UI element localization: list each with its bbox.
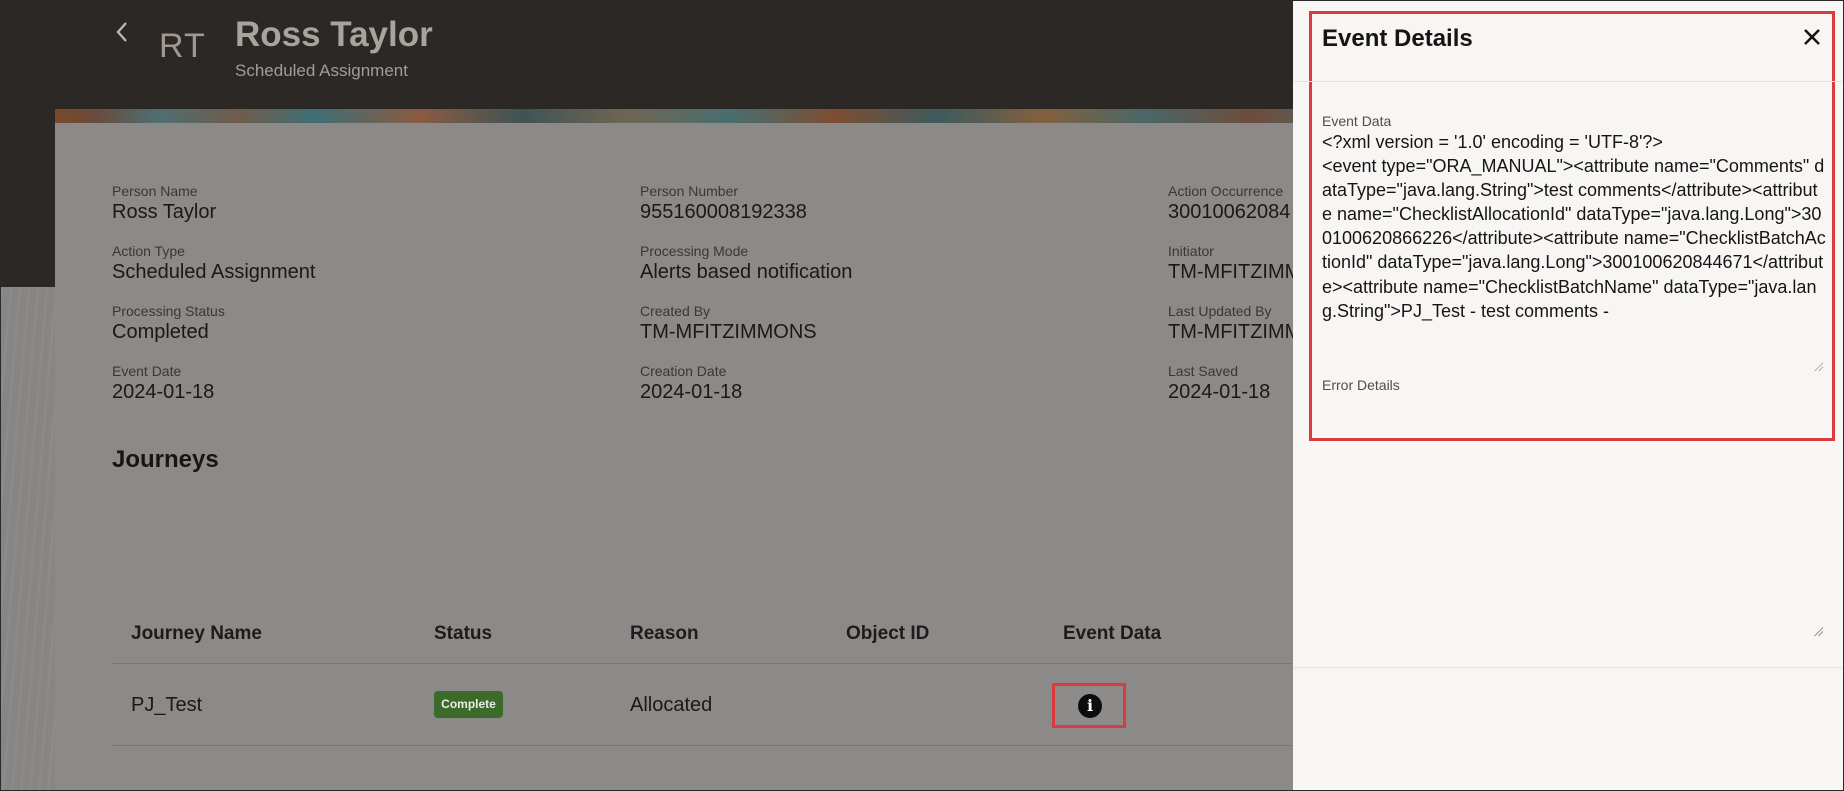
chevron-left-icon bbox=[116, 22, 127, 42]
column-header-object-id[interactable]: Object ID bbox=[846, 623, 929, 645]
detail-processing-mode: Processing Mode Alerts based notificatio… bbox=[640, 243, 852, 284]
detail-created-by: Created By TM-MFITZIMMONS bbox=[640, 303, 817, 344]
status-badge: Complete bbox=[434, 691, 503, 718]
reason-cell: Allocated bbox=[630, 694, 713, 716]
detail-label: Event Date bbox=[112, 363, 182, 379]
drawer-title: Event Details bbox=[1322, 25, 1473, 52]
drawer-divider bbox=[1293, 81, 1843, 82]
detail-label: Person Name bbox=[112, 183, 198, 199]
event-details-drawer: Event Details Event Data <?xml version =… bbox=[1293, 1, 1843, 790]
avatar: RT bbox=[159, 27, 206, 65]
detail-value: Ross Taylor bbox=[112, 201, 217, 223]
detail-initiator: Initiator TM-MFITZIMM bbox=[1168, 243, 1301, 284]
journey-name-cell[interactable]: PJ_Test bbox=[131, 694, 202, 717]
detail-last-saved: Last Saved 2024-01-18 bbox=[1168, 363, 1270, 404]
background-pattern bbox=[1, 287, 55, 790]
event-data-textarea[interactable]: <?xml version = '1.0' encoding = 'UTF-8'… bbox=[1322, 130, 1827, 370]
detail-label: Last Saved bbox=[1168, 363, 1239, 379]
table-divider bbox=[112, 745, 1322, 746]
detail-label: Processing Status bbox=[112, 303, 225, 319]
back-button[interactable] bbox=[107, 19, 137, 49]
detail-creation-date: Creation Date 2024-01-18 bbox=[640, 363, 742, 404]
detail-person-name: Person Name Ross Taylor bbox=[112, 183, 216, 224]
detail-value: Scheduled Assignment bbox=[112, 261, 316, 283]
detail-value: TM-MFITZIMM bbox=[1168, 261, 1302, 283]
column-header-journey-name[interactable]: Journey Name bbox=[131, 623, 262, 645]
detail-value: 30010062084 bbox=[1168, 201, 1291, 223]
detail-last-updated-by: Last Updated By TM-MFITZIMM bbox=[1168, 303, 1301, 344]
detail-action-type: Action Type Scheduled Assignment bbox=[112, 243, 315, 284]
detail-label: Initiator bbox=[1168, 243, 1214, 259]
column-header-event-data[interactable]: Event Data bbox=[1063, 623, 1161, 645]
screen: RT Ross Taylor Scheduled Assignment Pers… bbox=[0, 0, 1844, 791]
detail-label: Action Type bbox=[112, 243, 185, 259]
detail-value: Alerts based notification bbox=[640, 261, 853, 283]
resize-handle-icon[interactable] bbox=[1813, 361, 1823, 371]
drawer-divider bbox=[1293, 667, 1843, 668]
detail-label: Creation Date bbox=[640, 363, 727, 379]
info-icon: i bbox=[1078, 694, 1102, 718]
detail-value: 955160008192338 bbox=[640, 201, 807, 223]
detail-value: TM-MFITZIMM bbox=[1168, 321, 1302, 343]
detail-label: Processing Mode bbox=[640, 243, 749, 259]
detail-person-number: Person Number 955160008192338 bbox=[640, 183, 807, 224]
detail-value: 2024-01-18 bbox=[1168, 381, 1271, 403]
detail-label: Person Number bbox=[640, 183, 739, 199]
journeys-heading: Journeys bbox=[112, 446, 219, 473]
table-divider bbox=[112, 663, 1322, 664]
page-subtitle: Scheduled Assignment bbox=[235, 61, 408, 80]
detail-value: 2024-01-18 bbox=[112, 381, 215, 403]
detail-value: 2024-01-18 bbox=[640, 381, 743, 403]
detail-value: TM-MFITZIMMONS bbox=[640, 321, 817, 343]
event-data-info-button[interactable]: i bbox=[1052, 683, 1126, 728]
close-button[interactable] bbox=[1798, 23, 1826, 51]
column-header-status[interactable]: Status bbox=[434, 623, 492, 645]
detail-value: Completed bbox=[112, 321, 209, 343]
detail-label: Action Occurrence bbox=[1168, 183, 1284, 199]
detail-action-occurrence: Action Occurrence 30010062084 bbox=[1168, 183, 1290, 224]
detail-processing-status: Processing Status Completed bbox=[112, 303, 225, 344]
close-icon bbox=[1804, 29, 1820, 45]
detail-event-date: Event Date 2024-01-18 bbox=[112, 363, 214, 404]
detail-label: Created By bbox=[640, 303, 711, 319]
page-title: Ross Taylor bbox=[235, 15, 433, 54]
card-banner bbox=[55, 109, 1355, 123]
detail-label: Last Updated By bbox=[1168, 303, 1272, 319]
resize-handle-icon[interactable] bbox=[1813, 626, 1823, 636]
event-data-label: Event Data bbox=[1322, 113, 1392, 129]
column-header-reason[interactable]: Reason bbox=[630, 623, 699, 645]
error-details-label: Error Details bbox=[1322, 377, 1400, 393]
